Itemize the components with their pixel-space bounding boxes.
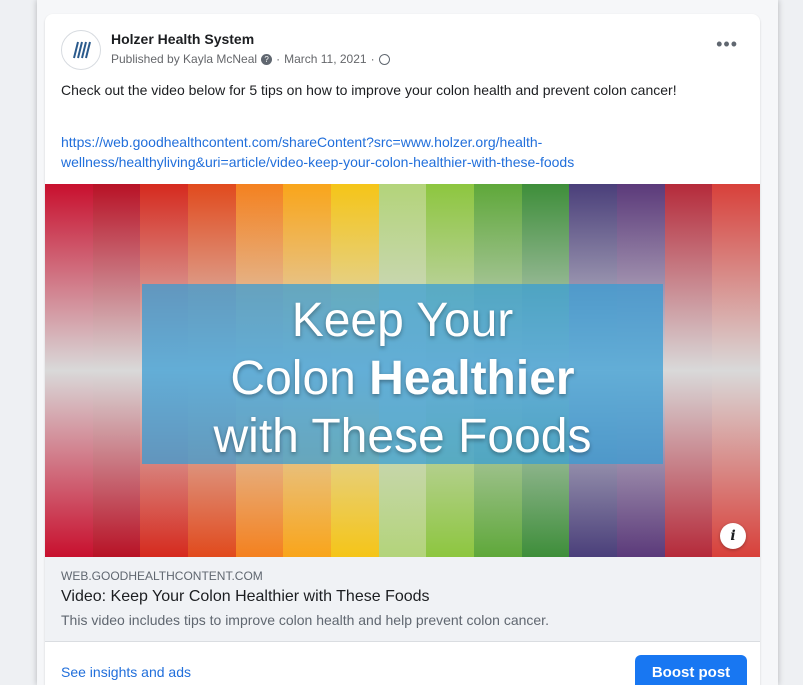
food-strip (664, 184, 713, 557)
food-strip (45, 184, 93, 557)
headline-line-2: Colon Healthier (142, 350, 663, 408)
preview-title[interactable]: Video: Keep Your Colon Healthier with Th… (61, 588, 430, 606)
info-icon[interactable]: i (720, 523, 746, 549)
meta-separator-2: · (370, 52, 375, 66)
published-by: Published by Kayla McNeal (111, 52, 258, 66)
more-options-button[interactable]: ••• (716, 34, 738, 55)
post-link[interactable]: https://web.goodhealthcontent.com/shareC… (61, 132, 741, 172)
holzer-logo-icon (73, 41, 91, 59)
post-text: Check out the video below for 5 tips on … (61, 82, 677, 98)
info-circle-icon[interactable]: ? (261, 53, 273, 65)
headline-line-3: with These Foods (213, 410, 592, 463)
preview-domain: WEB.GOODHEALTHCONTENT.COM (61, 569, 263, 583)
post-date[interactable]: March 11, 2021 (284, 52, 367, 66)
see-insights-link[interactable]: See insights and ads (61, 664, 191, 680)
post-meta: Published by Kayla McNeal ? · March 11, … (111, 52, 390, 66)
page-name[interactable]: Holzer Health System (111, 31, 254, 47)
link-preview[interactable]: WEB.GOODHEALTHCONTENT.COM Video: Keep Yo… (45, 557, 760, 642)
image-headline: Keep Your Colon Healthier with These Foo… (142, 292, 663, 466)
meta-separator: · (276, 52, 281, 66)
post-header: Holzer Health System Published by Kayla … (45, 14, 760, 74)
food-strip (92, 184, 141, 557)
boost-post-button[interactable]: Boost post (635, 655, 747, 685)
post-card: Holzer Health System Published by Kayla … (45, 14, 760, 685)
headline-line-2b: Healthier (369, 352, 575, 405)
post-image[interactable]: Keep Your Colon Healthier with These Foo… (45, 184, 760, 557)
headline-line-1: Keep Your (291, 294, 514, 347)
globe-icon (378, 53, 390, 65)
page-avatar[interactable] (61, 30, 101, 70)
headline-line-2a: Colon (230, 352, 370, 405)
food-strip (712, 184, 760, 557)
preview-description: This video includes tips to improve colo… (61, 612, 549, 628)
